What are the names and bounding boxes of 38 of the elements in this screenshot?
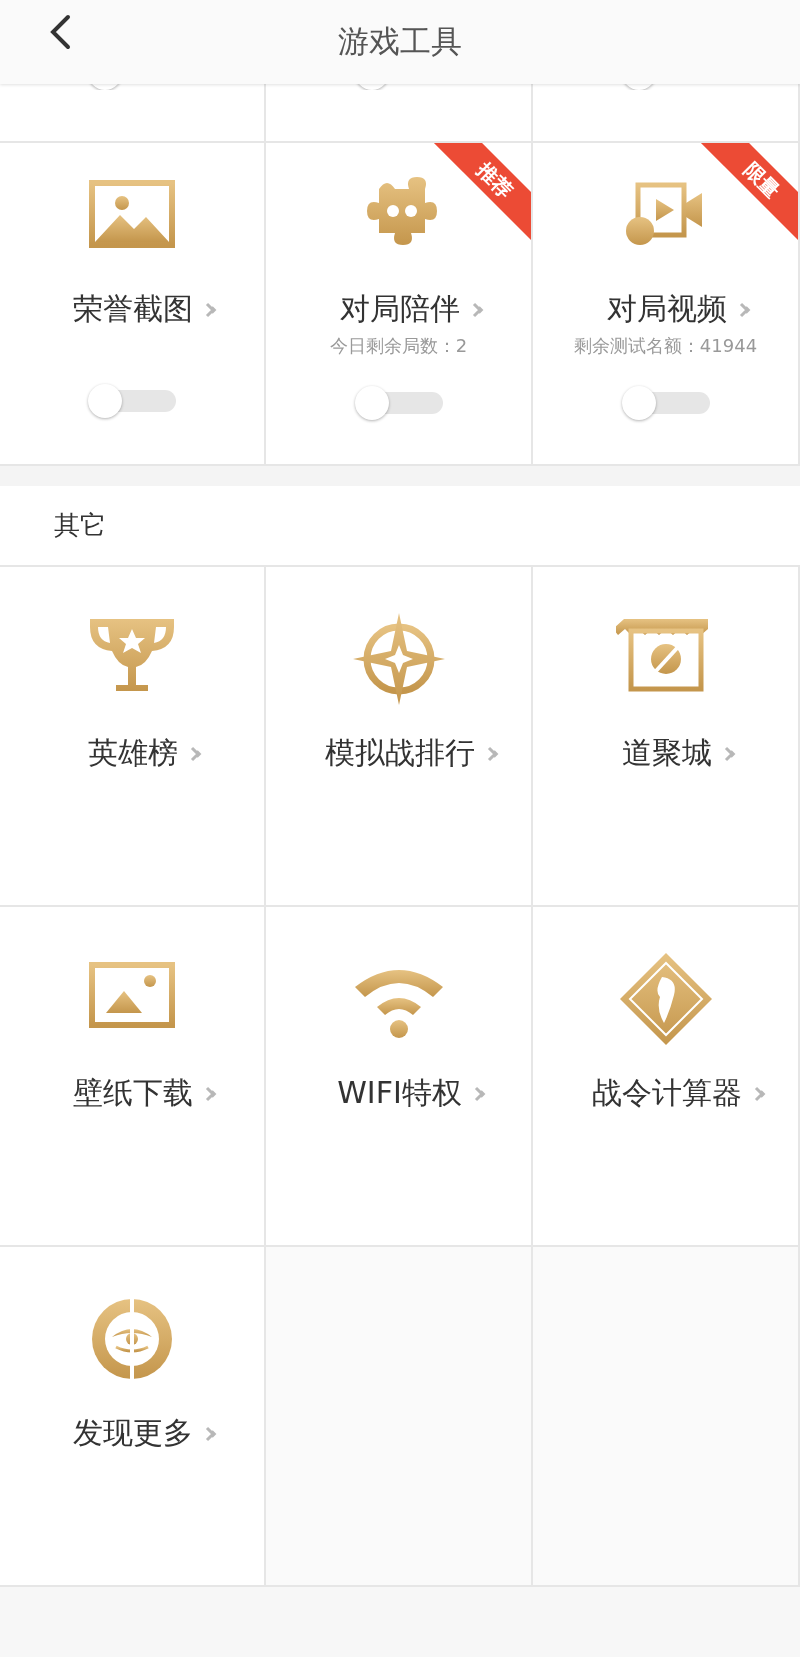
toggle-switch[interactable] [88, 384, 176, 418]
tool-label[interactable]: 战令计算器 [591, 1073, 742, 1114]
tool-label[interactable]: 英雄榜 [88, 733, 178, 774]
tool-subtitle: 今日剩余局数：2 [329, 334, 468, 358]
tool-cell[interactable]: 对局视频 剩余测试名额：41944 限量 [533, 143, 800, 466]
page-title: 游戏工具 [338, 22, 462, 61]
chevron-icon [738, 300, 753, 319]
chevron-icon [205, 300, 219, 319]
tool-subtitle: 剩余测试名额：41944 [573, 334, 758, 358]
chevron-icon [473, 1084, 488, 1103]
tool-cell[interactable]: 道聚城 [533, 567, 800, 907]
section-title: 其它 [54, 509, 106, 542]
tool-label[interactable]: 对局陪伴 [339, 289, 460, 330]
chevron-icon [190, 744, 204, 763]
toggle-switch[interactable] [354, 386, 443, 420]
tool-cell[interactable]: 荣誉截图 [0, 143, 266, 466]
toggle-switch[interactable] [621, 386, 710, 420]
tool-label[interactable]: 道聚城 [621, 733, 712, 774]
tool-cell[interactable]: 对局陪伴 今日剩余局数：2 推荐 [266, 143, 533, 466]
chevron-icon [753, 1084, 768, 1103]
tool-cell[interactable]: 模拟战排行 [266, 567, 533, 907]
tool-label[interactable]: 荣誉截图 [73, 289, 193, 330]
tool-cell[interactable]: 壁纸下载 [0, 907, 266, 1247]
back-icon[interactable] [48, 14, 72, 50]
tool-label[interactable]: WIFI特权 [337, 1073, 462, 1114]
tool-label[interactable]: 壁纸下载 [73, 1073, 193, 1114]
chevron-icon [205, 1424, 219, 1443]
tool-label[interactable]: 发现更多 [73, 1413, 193, 1454]
tool-cell[interactable]: 战令计算器 [533, 907, 800, 1247]
chevron-icon [486, 744, 501, 763]
chevron-icon [723, 744, 738, 763]
chevron-icon [205, 1084, 219, 1103]
tool-cell[interactable]: WIFI特权 [266, 907, 533, 1247]
tool-label[interactable]: 对局视频 [606, 289, 727, 330]
tool-cell[interactable]: 发现更多 [0, 1247, 266, 1587]
chevron-icon [471, 300, 486, 319]
tool-label[interactable]: 模拟战排行 [324, 733, 475, 774]
tool-cell[interactable]: 英雄榜 [0, 567, 266, 907]
